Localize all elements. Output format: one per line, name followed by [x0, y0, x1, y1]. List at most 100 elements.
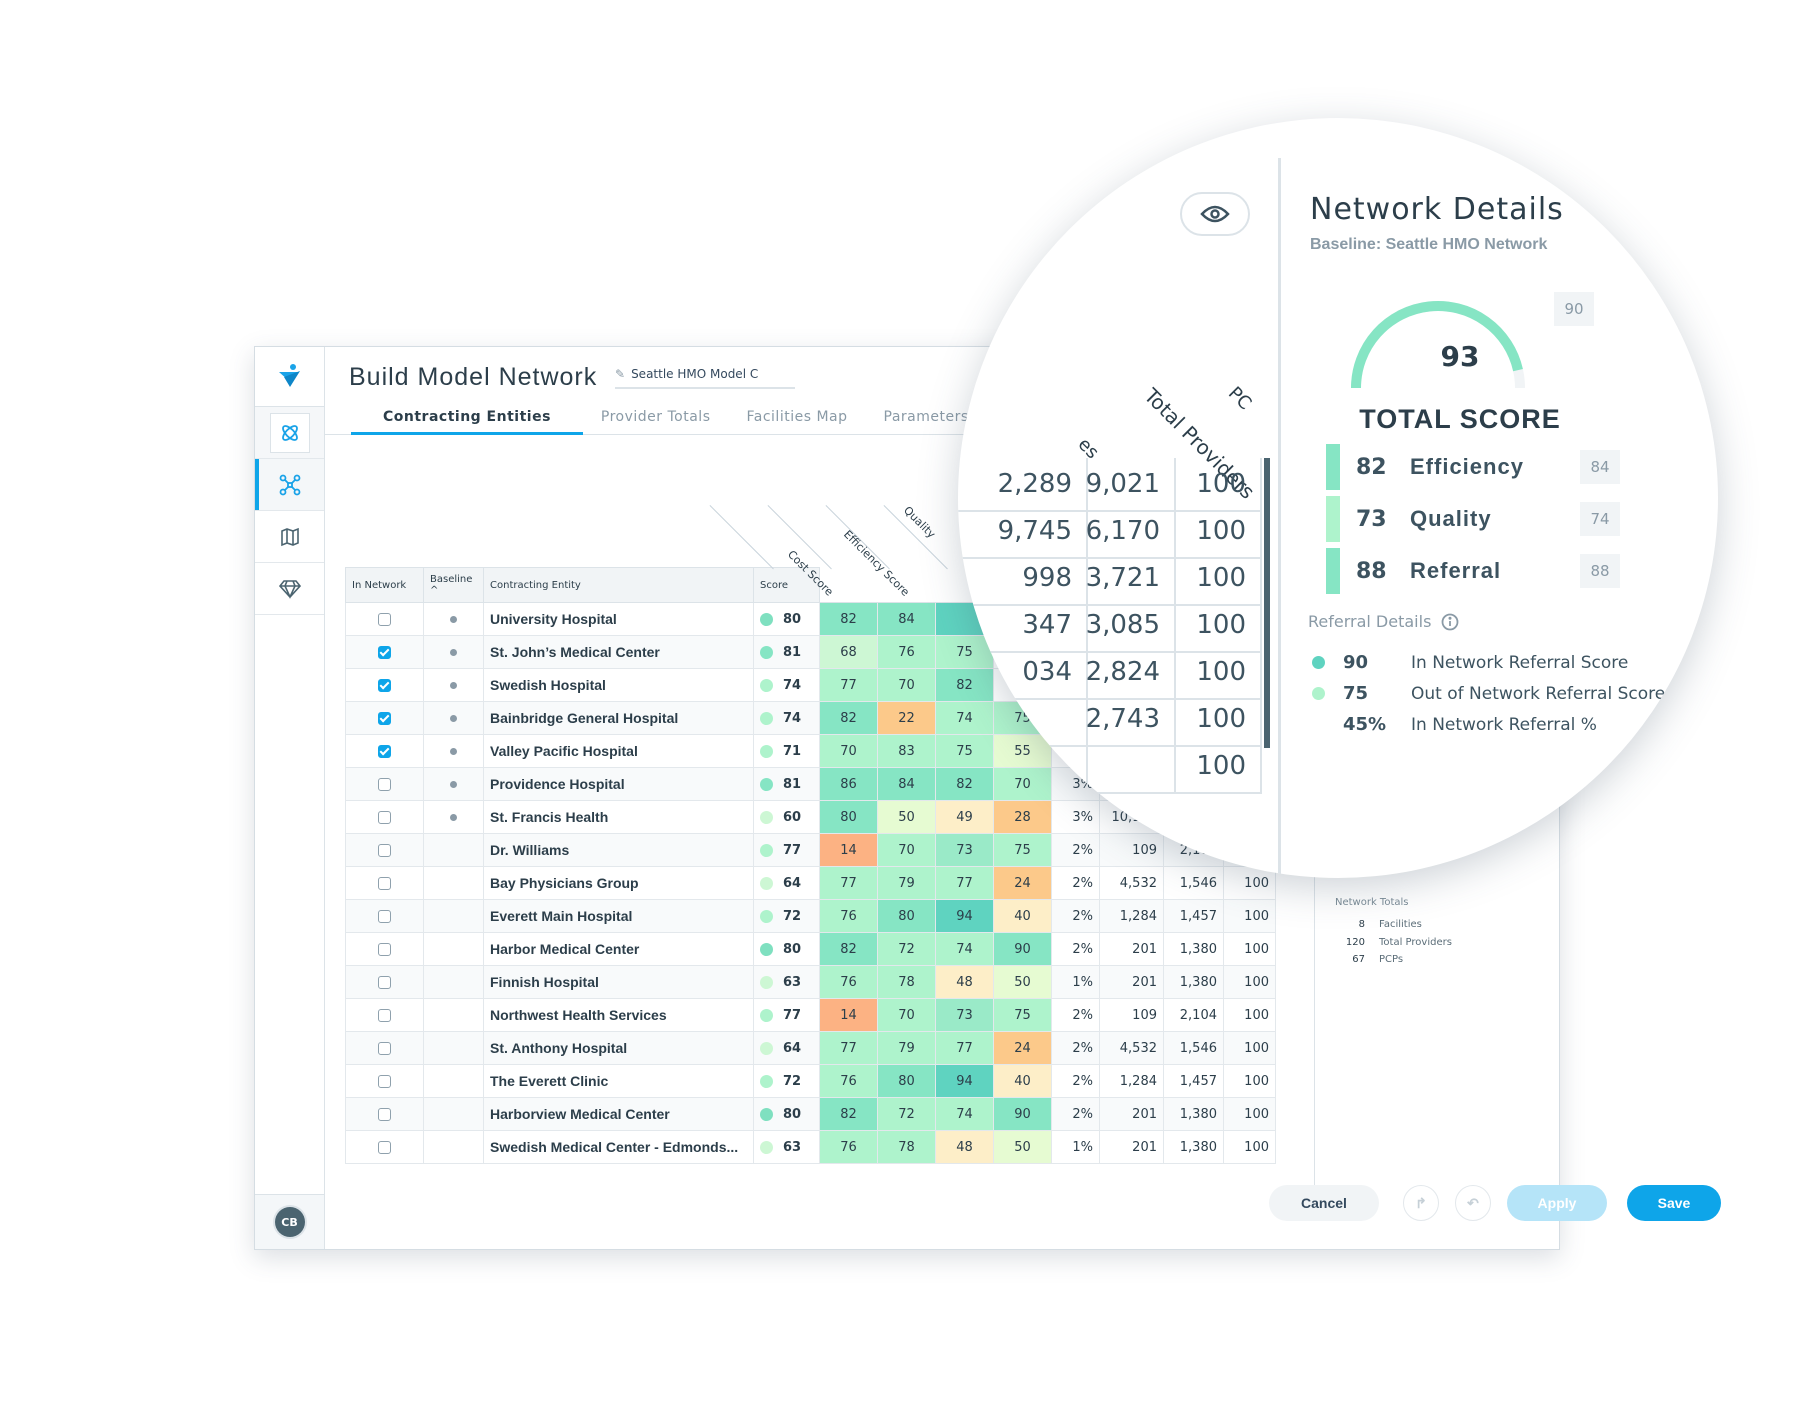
score-dot-icon [760, 612, 773, 626]
diamond-icon [278, 579, 301, 599]
undo-button[interactable]: ↶ [1455, 1185, 1491, 1221]
model-name-field[interactable]: ✎ Seattle HMO Model C [615, 367, 795, 389]
referral-item: 45% In Network Referral % [1312, 714, 1597, 735]
panel-divider [1278, 158, 1281, 878]
cancel-button[interactable]: Cancel [1269, 1185, 1379, 1221]
sidebar-item-network[interactable] [255, 459, 324, 511]
tab-facilities-map[interactable]: Facilities Map [729, 399, 866, 435]
in-network-checkbox[interactable] [378, 1008, 391, 1022]
redo-button[interactable]: ↱ [1403, 1185, 1439, 1221]
heatmap-cell: 70 [877, 833, 936, 867]
total-label: Total Providers [1379, 937, 1452, 948]
in-network-checkbox[interactable] [378, 1041, 391, 1055]
heatmap-cell: 76 [819, 1130, 878, 1164]
in-network-checkbox[interactable] [378, 612, 391, 626]
entity-name[interactable]: St. Francis Health [483, 800, 754, 834]
entity-name[interactable]: Swedish Medical Center - Edmonds... [483, 1130, 754, 1164]
heatmap-cell: 40 [993, 899, 1052, 933]
magnified-cell: 3,085 [1086, 599, 1176, 653]
score-value: 81 [783, 776, 802, 792]
visibility-toggle-button[interactable] [1180, 192, 1250, 236]
column-header-contracting-entity[interactable]: Contracting Entity [483, 567, 754, 603]
heatmap-cell: 72 [877, 1097, 936, 1131]
count-cell: 201 [1099, 932, 1164, 966]
magnified-table-row: 9,745 6,170 100 [958, 505, 1262, 559]
sub-score-bar [1326, 548, 1340, 594]
in-network-cell [345, 602, 424, 636]
score-value: 74 [783, 710, 802, 726]
entity-name[interactable]: Harborview Medical Center [483, 1097, 754, 1131]
in-network-cell [345, 899, 424, 933]
heatmap-cell: 68 [819, 635, 878, 669]
entity-name[interactable]: St. Anthony Hospital [483, 1031, 754, 1065]
table-row[interactable]: Harborview Medical Center 80 82 72 74 90 2% 201… [345, 1097, 1276, 1131]
entity-name[interactable]: Providence Hospital [483, 767, 754, 801]
in-network-checkbox[interactable] [378, 876, 391, 890]
baseline-cell [423, 932, 484, 966]
column-header-in-network[interactable]: In Network [345, 567, 424, 603]
sidebar-item-diamond[interactable] [255, 563, 324, 615]
entity-name[interactable]: Finnish Hospital [483, 965, 754, 999]
column-header-baseline[interactable]: Baseline ^ [423, 567, 484, 603]
sidebar: CB [255, 347, 325, 1249]
in-network-checkbox[interactable] [378, 678, 391, 692]
apply-button[interactable]: Apply [1507, 1185, 1607, 1221]
info-icon[interactable] [1441, 613, 1459, 631]
in-network-checkbox[interactable] [378, 1074, 391, 1088]
referral-item: 75 Out of Network Referral Score [1312, 683, 1665, 704]
entity-name[interactable]: Northwest Health Services [483, 998, 754, 1032]
avatar[interactable]: CB [274, 1207, 305, 1237]
in-network-checkbox[interactable] [378, 777, 391, 791]
network-nodes-icon [279, 474, 300, 495]
sub-score-value: 88 [1356, 558, 1387, 584]
in-network-checkbox[interactable] [378, 975, 391, 989]
table-row[interactable]: Finnish Hospital 63 76 78 48 50 1% 201 1,380 100 [345, 965, 1276, 999]
magnified-cell: 100 [1176, 505, 1262, 559]
in-network-checkbox[interactable] [378, 942, 391, 956]
entity-name[interactable]: Valley Pacific Hospital [483, 734, 754, 768]
baseline-cell [423, 701, 484, 735]
table-row[interactable]: Harbor Medical Center 80 82 72 74 90 2% 201 1,38… [345, 932, 1276, 966]
in-network-checkbox[interactable] [378, 843, 391, 857]
sidebar-item-map[interactable] [255, 511, 324, 563]
sidebar-item-atom[interactable] [255, 407, 324, 459]
entity-name[interactable]: The Everett Clinic [483, 1064, 754, 1098]
table-row[interactable]: Everett Main Hospital 72 76 80 94 40 2% 1,284 1,… [345, 899, 1276, 933]
entity-name[interactable]: Swedish Hospital [483, 668, 754, 702]
total-score-baseline: 90 [1554, 292, 1594, 326]
score-value: 80 [783, 941, 802, 957]
table-row[interactable]: Swedish Medical Center - Edmonds... 63 76 7… [345, 1130, 1276, 1164]
table-scrollbar[interactable] [1264, 458, 1270, 748]
entity-name[interactable]: St. John’s Medical Center [483, 635, 754, 669]
baseline-cell [423, 1130, 484, 1164]
in-network-checkbox[interactable] [378, 645, 391, 659]
entity-name[interactable]: University Hospital [483, 602, 754, 636]
in-network-checkbox[interactable] [378, 744, 391, 758]
tab-provider-totals[interactable]: Provider Totals [583, 399, 729, 435]
in-network-checkbox[interactable] [378, 1107, 391, 1121]
tab-contracting-entities[interactable]: Contracting Entities [351, 399, 583, 435]
entity-name[interactable]: Dr. Williams [483, 833, 754, 867]
sub-score-row: 73 Quality 74 [1326, 496, 1620, 542]
entity-name[interactable]: Everett Main Hospital [483, 899, 754, 933]
eye-icon [1200, 205, 1230, 223]
magnified-cell: 100 [1176, 693, 1262, 747]
in-network-cell [345, 767, 424, 801]
table-row[interactable]: St. Anthony Hospital 64 77 79 77 24 2% 4,532 1,5… [345, 1031, 1276, 1065]
entity-name[interactable]: Bay Physicians Group [483, 866, 754, 900]
in-network-cell [345, 734, 424, 768]
magnified-table-row: 2,289 9,021 100 [958, 458, 1262, 512]
column-header-quality[interactable]: Quality [901, 504, 938, 541]
table-row[interactable]: The Everett Clinic 72 76 80 94 40 2% 1,284 1,457… [345, 1064, 1276, 1098]
heatmap-cell: 77 [819, 668, 878, 702]
table-row[interactable]: Northwest Health Services 77 14 70 73 75 2% 109… [345, 998, 1276, 1032]
in-network-checkbox[interactable] [378, 1140, 391, 1154]
save-button[interactable]: Save [1627, 1185, 1721, 1221]
in-network-checkbox[interactable] [378, 711, 391, 725]
score-cell: 72 [753, 1064, 820, 1098]
entity-name[interactable]: Bainbridge General Hospital [483, 701, 754, 735]
entity-name[interactable]: Harbor Medical Center [483, 932, 754, 966]
in-network-checkbox[interactable] [378, 909, 391, 923]
in-network-checkbox[interactable] [378, 810, 391, 824]
app-logo[interactable] [255, 347, 324, 407]
